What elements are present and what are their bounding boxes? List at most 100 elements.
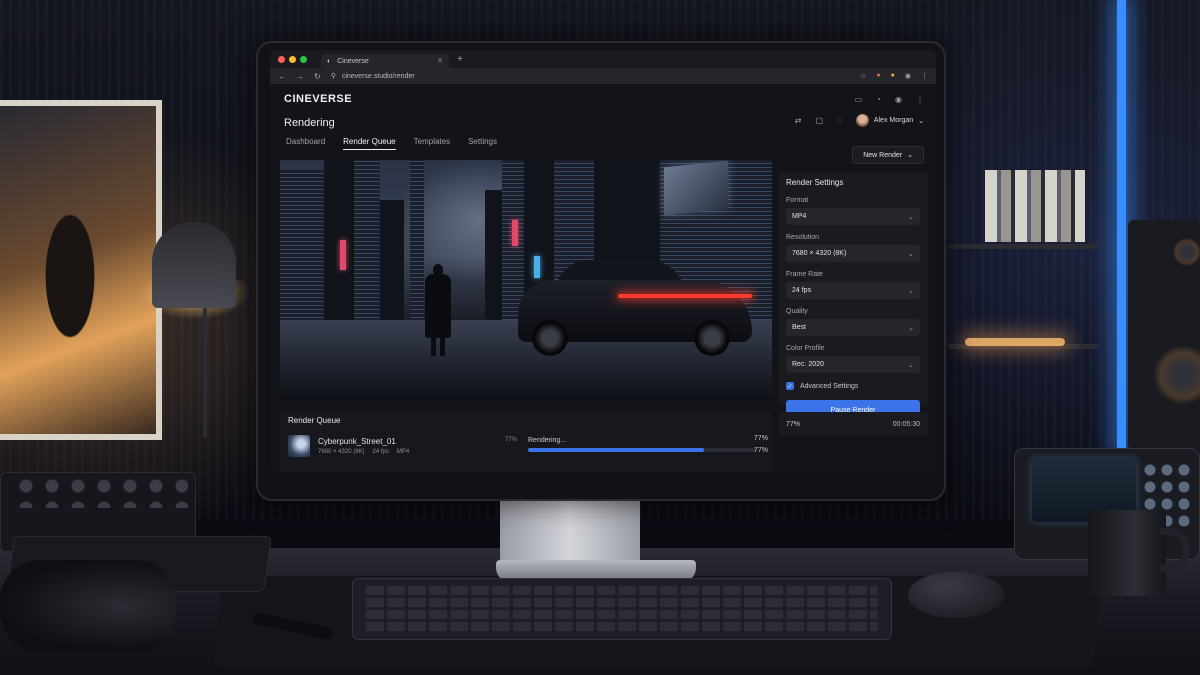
advanced-settings-checkbox[interactable]: ✓	[786, 382, 794, 390]
neon-light-strip	[1117, 0, 1126, 450]
browser-tab-bar: ◐ Cineverse ✕ +	[270, 50, 936, 68]
tab-render-queue[interactable]: Render Queue	[343, 137, 396, 150]
address-bar[interactable]: ⚲ cineverse.studio/render	[331, 70, 831, 82]
books	[985, 170, 1085, 242]
monitor-stand	[500, 497, 640, 567]
tab-favicon-icon: ◐	[327, 57, 332, 65]
new-render-button[interactable]: New Render ⌄	[852, 146, 924, 164]
extension-icon[interactable]: ●	[891, 72, 895, 80]
extension-icon[interactable]: ●	[876, 72, 880, 80]
advanced-settings-row[interactable]: ✓ Advanced Settings	[786, 382, 920, 390]
format-value: MP4	[792, 213, 807, 220]
summary-percent: 77%	[786, 420, 801, 428]
queue-item-format: MP4	[396, 449, 410, 455]
header-icons: ▭ ◔ ◉ ⋮	[855, 95, 924, 104]
tab-templates[interactable]: Templates	[414, 137, 450, 150]
queue-item[interactable]: Cyberpunk_Street_01 7680 × 4320 (8K) 24 …	[288, 435, 768, 457]
maximize-window-button[interactable]	[300, 55, 307, 63]
color-profile-label: Color Profile	[786, 345, 825, 352]
keyboard-keys	[366, 586, 878, 632]
more-icon[interactable]: ⋮	[916, 95, 924, 104]
quality-label: Quality	[786, 308, 808, 315]
building	[485, 190, 503, 320]
account-icon[interactable]: ◉	[895, 95, 902, 104]
browser-menu-icon[interactable]: ⋮	[921, 72, 928, 80]
color-profile-select[interactable]: Rec. 2020 ⌄	[786, 356, 920, 373]
queue-item-resolution: 7680 × 4320 (8K)	[318, 449, 365, 455]
building	[380, 200, 404, 320]
browser-tab[interactable]: ◐ Cineverse ✕	[321, 54, 449, 68]
desk-lamp-pole	[203, 308, 207, 438]
notifications-icon[interactable]: ◔	[876, 95, 881, 104]
chevron-down-icon: ⌄	[907, 152, 913, 159]
profile-icon[interactable]: ◉	[905, 72, 911, 80]
window-controls	[278, 55, 307, 63]
close-window-button[interactable]	[278, 55, 285, 63]
reload-icon[interactable]: ↻	[314, 72, 321, 81]
shelf	[948, 244, 1098, 249]
queue-item-fps: 24 fps	[372, 449, 389, 455]
progress-percent-secondary: 77%	[753, 447, 768, 454]
new-tab-icon[interactable]: +	[457, 54, 463, 65]
site-info-icon: ⚲	[330, 73, 336, 80]
resolution-select[interactable]: 7680 × 4320 (8K) ⌄	[786, 245, 920, 262]
tab-dashboard[interactable]: Dashboard	[286, 137, 325, 150]
car-wheel	[532, 320, 568, 356]
neon-sign	[340, 240, 346, 270]
render-settings-panel: Render Settings Format MP4 ⌄ Resolution 7…	[778, 172, 928, 420]
nav-tabs: Dashboard Render Queue Templates Setting…	[286, 137, 497, 150]
desk-lamp	[152, 222, 236, 308]
user-toolbar: ⇄ ▢ ◌ Alex Morgan ⌄	[795, 114, 924, 127]
frame-rate-select[interactable]: 24 fps ⌄	[786, 282, 920, 299]
car-wheel	[694, 320, 730, 356]
user-menu[interactable]: Alex Morgan ⌄	[855, 114, 924, 127]
app-logo[interactable]: CINEVERSE	[284, 93, 352, 105]
render-preview[interactable]	[280, 160, 772, 400]
figure-coat	[425, 274, 451, 338]
settings-title: Render Settings	[786, 178, 844, 187]
building	[354, 160, 380, 320]
figure-legs	[431, 336, 445, 356]
chevron-down-icon: ⌄	[908, 361, 914, 369]
progress-side-label: 77%	[505, 437, 518, 443]
back-icon[interactable]: ←	[278, 72, 286, 81]
layout-icon[interactable]: ▭	[855, 95, 863, 104]
chevron-down-icon: ⌄	[918, 117, 924, 125]
format-select[interactable]: MP4 ⌄	[786, 208, 920, 225]
chat-icon[interactable]: ▢	[816, 116, 824, 125]
mouse	[908, 572, 1004, 618]
building	[280, 170, 324, 320]
bookmark-icon[interactable]: ☆	[860, 72, 866, 80]
render-app: CINEVERSE ▭ ◔ ◉ ⋮ Rendering ⇄ ▢ ◌ Alex M…	[270, 84, 936, 472]
share-icon[interactable]: ⇄	[795, 116, 802, 125]
quality-select[interactable]: Best ⌄	[786, 319, 920, 336]
bell-icon[interactable]: ◌	[837, 116, 842, 125]
building	[324, 160, 354, 320]
shelf-light	[965, 338, 1065, 346]
browser-extensions: ☆ ● ● ◉ ⋮	[860, 72, 928, 80]
figure-in-coat	[425, 264, 451, 356]
tab-settings[interactable]: Settings	[468, 137, 497, 150]
queue-item-name: Cyberpunk_Street_01	[318, 437, 396, 446]
coffee-mug	[1088, 510, 1166, 596]
frame-rate-label: Frame Rate	[786, 271, 823, 278]
mixer-knobs	[18, 478, 188, 508]
app-header: CINEVERSE ▭ ◔ ◉ ⋮	[284, 90, 924, 108]
speaker-tweeter	[1170, 235, 1200, 269]
close-tab-icon[interactable]: ✕	[437, 57, 443, 65]
render-summary: 77% 00:05:30	[778, 412, 928, 436]
camera-lens	[0, 560, 176, 652]
sports-car	[518, 260, 752, 356]
progress-bar-fill	[528, 448, 704, 452]
queue-item-info: Cyberpunk_Street_01 7680 × 4320 (8K) 24 …	[318, 437, 409, 455]
poster-figure	[30, 166, 110, 386]
forward-icon[interactable]: →	[296, 72, 304, 81]
browser-toolbar: ← → ↻ ⚲ cineverse.studio/render ☆ ● ● ◉ …	[270, 68, 936, 84]
summary-eta: 00:05:30	[892, 420, 920, 428]
user-name: Alex Morgan	[873, 117, 914, 124]
queue-item-meta: 7680 × 4320 (8K) 24 fps MP4	[318, 449, 409, 455]
billboard	[664, 160, 728, 216]
quality-value: Best	[792, 324, 807, 331]
wall-poster	[0, 100, 162, 440]
minimize-window-button[interactable]	[289, 55, 296, 63]
